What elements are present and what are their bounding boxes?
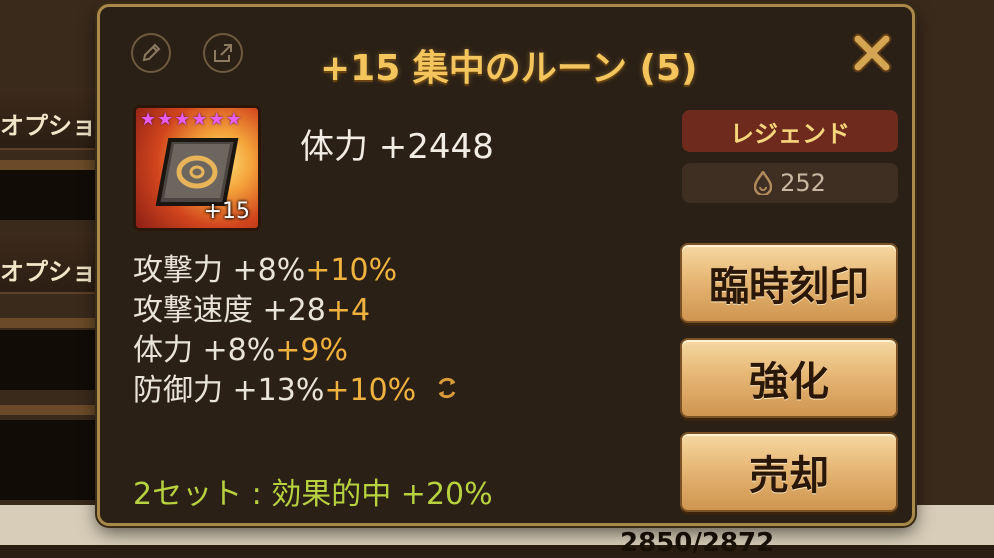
rune-value-badge: 252 [682,163,898,203]
background-option-label: オプショ [0,258,96,286]
rune-detail-popup: +15 集中のルーン (5) ★ ★ ★ ★ ★ ★ +15 体力 +2448 … [97,4,915,526]
background-divider [0,318,110,328]
substat-label: 攻撃速度 +28 [133,293,326,328]
background-divider [0,160,110,170]
background-right-panel [918,0,994,545]
grade-badge: レジェンド [682,110,898,152]
rune-title: +15 集中のルーン (5) [320,48,698,89]
reappraise-icon [434,372,460,412]
rune-value: 252 [780,169,826,197]
close-button[interactable] [850,31,894,75]
background-inventory-count: 2850/2872 [620,528,775,558]
star-icon: ★ [191,109,208,130]
background-divider [0,405,110,415]
background-slot [0,170,110,220]
upgrade-button[interactable]: 強化 [680,338,898,418]
pencil-icon [142,43,161,62]
mana-drop-icon [754,171,773,195]
substat-label: 体力 +8% [133,333,276,368]
background-slot [0,330,110,390]
substat-row: 防御力 +13%+10% [133,371,460,411]
background-option-label: オプショ [0,112,96,140]
substat-row: 攻撃力 +8%+10% [133,251,460,291]
substat-bonus: +10% [305,253,398,288]
edit-button[interactable] [131,33,171,73]
substat-bonus: +4 [325,293,371,328]
star-icon: ★ [157,109,174,130]
substat-row: 体力 +8%+9% [133,331,460,371]
close-icon [852,33,892,73]
set-effect: 2セット : 効果的中 +20% [133,477,493,512]
rune-stars: ★ ★ ★ ★ ★ ★ [140,110,242,130]
substat-bonus: +9% [275,333,348,368]
substat-list: 攻撃力 +8%+10% 攻撃速度 +28+4 体力 +8%+9% 防御力 +13… [133,251,460,411]
rune-level: +15 [203,199,250,224]
share-button[interactable] [203,33,243,73]
rune-icon: ★ ★ ★ ★ ★ ★ +15 [133,105,261,231]
background-slot [0,420,110,500]
star-icon: ★ [174,109,191,130]
main-stat: 体力 +2448 [300,127,494,167]
substat-row: 攻撃速度 +28+4 [133,291,460,331]
sell-button[interactable]: 売却 [680,432,898,512]
share-icon [214,44,232,62]
substat-label: 防御力 +13% [133,373,325,408]
star-icon: ★ [208,109,225,130]
substat-label: 攻撃力 +8% [133,253,306,288]
substat-bonus: +10% [324,373,417,408]
star-icon: ★ [225,109,242,130]
engrave-button[interactable]: 臨時刻印 [680,243,898,323]
star-icon: ★ [140,109,157,130]
